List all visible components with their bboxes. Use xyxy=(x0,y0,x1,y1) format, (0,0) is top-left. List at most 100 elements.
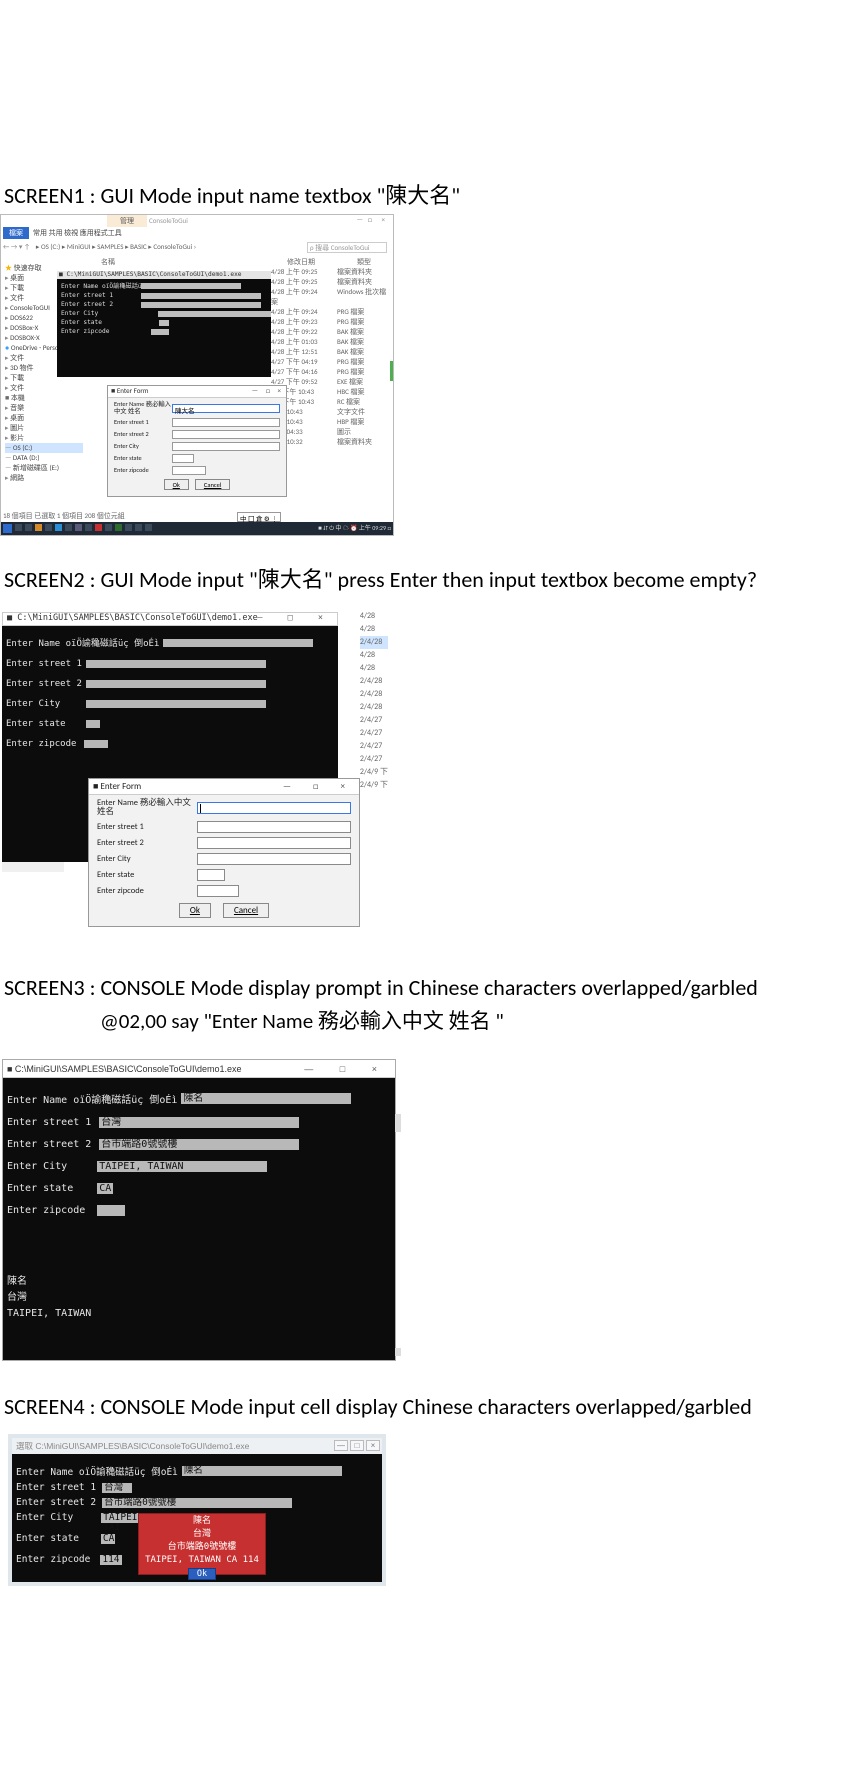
taskbar-icon[interactable] xyxy=(105,524,112,531)
form-city-input[interactable] xyxy=(197,853,351,865)
tree-item[interactable]: 文件 xyxy=(5,383,83,393)
tree-this-pc[interactable]: 本機 xyxy=(5,393,83,403)
window-minimize-icon[interactable]: — xyxy=(357,215,363,224)
console-city-field[interactable] xyxy=(158,311,271,317)
form-state-label: Enter state xyxy=(114,455,172,462)
window-controls-icon[interactable]: □ × xyxy=(368,215,389,224)
taskbar-icon[interactable] xyxy=(125,524,132,531)
start-button-icon[interactable] xyxy=(3,524,12,533)
tree-item[interactable]: 影片 xyxy=(5,433,83,443)
console-state-field[interactable] xyxy=(159,320,169,326)
close-icon[interactable]: × xyxy=(366,1440,380,1451)
taskbar-icon[interactable] xyxy=(115,524,122,531)
console-zip-field[interactable] xyxy=(97,1205,125,1216)
taskbar-icon[interactable] xyxy=(65,524,72,531)
console-state-field[interactable] xyxy=(86,720,100,728)
console-name-field[interactable]: 陳名 xyxy=(182,1466,342,1476)
console-zip-field[interactable]: 114 xyxy=(100,1555,122,1565)
screen1-explorer-window: 管理 ConsoleToGui — □ × 檔案 常用 共用 檢視 應用程式工具… xyxy=(0,214,394,536)
menu-bar[interactable]: 常用 共用 檢視 應用程式工具 xyxy=(33,228,122,238)
tree-item[interactable]: 桌面 xyxy=(5,413,83,423)
console-street2-field[interactable] xyxy=(141,302,261,308)
tree-drive-c[interactable]: OS (C:) xyxy=(5,443,83,453)
taskbar-icon[interactable] xyxy=(35,524,42,531)
console-name-label: Enter Name oïÖ諭穐磁話üç 倒oÉì xyxy=(6,636,159,649)
screen3-console-window: ■ C:\MiniGUI\SAMPLES\BASIC\ConsoleToGUI\… xyxy=(2,1059,396,1361)
taskbar-icon[interactable] xyxy=(75,524,82,531)
form-name-input[interactable] xyxy=(197,802,351,814)
console-street1-field[interactable]: 台灣 xyxy=(102,1483,132,1493)
column-header-name[interactable]: 名稱 xyxy=(101,257,115,267)
console-street2-field[interactable]: 台市端路0號號樓 xyxy=(102,1498,292,1508)
file-list[interactable]: 4/28 上午 09:25檔案資料夾 4/28 上午 09:25檔案資料夾 4/… xyxy=(271,267,393,447)
nav-back-forward-icon[interactable]: ← → ▾ ↑ xyxy=(3,242,30,251)
console-name-field[interactable] xyxy=(141,283,241,289)
form-zip-input[interactable] xyxy=(172,466,206,475)
form-street2-label: Enter street 2 xyxy=(114,431,172,438)
form-zip-input[interactable] xyxy=(197,885,239,897)
form-name-label: Enter Name 務必輸入中文 姓名 xyxy=(97,799,197,817)
ribbon-tab[interactable]: 管理 xyxy=(107,215,147,227)
column-header-type[interactable]: 類型 xyxy=(357,257,371,267)
window-controls-icon[interactable]: — □ × xyxy=(257,613,333,623)
form-state-input[interactable] xyxy=(172,454,194,463)
form-street1-input[interactable] xyxy=(197,821,351,833)
popup-line: 台市端路0號號樓 xyxy=(139,1542,265,1553)
tree-drive-e[interactable]: 新增磁碟區 (E:) xyxy=(5,463,83,473)
taskbar[interactable]: ■ ⮃ ⏻ 中 ☁ ⏰ 上午 09:29 □ xyxy=(1,522,393,535)
console-zip-field[interactable] xyxy=(151,329,169,335)
tree-item[interactable]: 音樂 xyxy=(5,403,83,413)
popup-ok-button[interactable]: Ok xyxy=(188,1568,216,1580)
window-controls-icon[interactable]: — □ × xyxy=(252,386,284,395)
taskbar-icon[interactable] xyxy=(145,524,152,531)
tree-drive-d[interactable]: DATA (D:) xyxy=(5,453,83,463)
column-header-date[interactable]: 修改日期 xyxy=(287,257,315,267)
taskbar-icon[interactable] xyxy=(135,524,142,531)
taskbar-icon[interactable] xyxy=(45,524,52,531)
console-street2-field[interactable] xyxy=(86,680,266,688)
console-street1-field[interactable]: 台灣 xyxy=(99,1117,299,1128)
console-city-field[interactable] xyxy=(86,700,266,708)
taskbar-icon[interactable] xyxy=(25,524,32,531)
console-name-field[interactable]: 陳名 xyxy=(181,1093,351,1104)
form-street2-input[interactable] xyxy=(172,430,280,439)
window-controls-icon[interactable]: — □ × xyxy=(283,779,355,795)
minimize-icon[interactable]: — xyxy=(334,1440,348,1451)
window-controls-icon[interactable]: — □ × xyxy=(304,1060,389,1078)
maximize-icon[interactable]: □ xyxy=(350,1440,364,1451)
console-street1-field[interactable] xyxy=(86,660,266,668)
console-state-field[interactable]: CA xyxy=(101,1534,115,1544)
console-street2-field[interactable]: 台市端路0號號樓 xyxy=(99,1139,299,1150)
enter-form-dialog: ■ Enter Form— □ × Enter Name 務必輸入中文 姓名 E… xyxy=(88,778,360,927)
console-window: ■ C:\MiniGUI\SAMPLES\BASIC\ConsoleToGUI\… xyxy=(57,271,271,377)
cancel-button[interactable]: Cancel xyxy=(195,479,230,490)
screen2-composite: 4/284/28 2/4/28 4/284/28 2/4/282/4/28 2/… xyxy=(2,608,392,948)
ime-toolbar[interactable]: 中 囗 倉 ⚙ ⋮ xyxy=(237,512,281,522)
taskbar-icon[interactable] xyxy=(15,524,22,531)
search-input[interactable]: ρ 搜尋 ConsoleToGui xyxy=(307,242,387,253)
form-name-input[interactable]: 陳大名 xyxy=(172,404,280,413)
console-name-field[interactable] xyxy=(163,639,313,647)
taskbar-icon[interactable] xyxy=(85,524,92,531)
system-tray[interactable]: ■ ⮃ ⏻ 中 ☁ ⏰ 上午 09:29 □ xyxy=(318,522,391,535)
console-name-label: Enter Name oïÖ諭穐磁話üç 倒oÉì xyxy=(16,1464,178,1478)
menu-file[interactable]: 檔案 xyxy=(3,227,29,239)
taskbar-icon[interactable] xyxy=(55,524,62,531)
form-street1-input[interactable] xyxy=(172,418,280,427)
form-state-input[interactable] xyxy=(197,869,225,881)
console-state-label: Enter state xyxy=(6,719,66,729)
console-zip-label: Enter zipcode xyxy=(61,328,141,335)
console-street1-field[interactable] xyxy=(141,293,261,299)
taskbar-icon[interactable] xyxy=(95,524,102,531)
ok-button[interactable]: Ok xyxy=(179,903,211,918)
breadcrumb[interactable]: ▸ OS (C:) ▸ MiniGUI ▸ SAMPLES ▸ BASIC ▸ … xyxy=(36,242,196,251)
ok-button[interactable]: Ok xyxy=(164,479,189,490)
cancel-button[interactable]: Cancel xyxy=(223,903,269,918)
console-city-field[interactable]: TAIPEI, TAIWAN xyxy=(97,1161,267,1172)
tree-item[interactable]: 圖片 xyxy=(5,423,83,433)
form-street2-input[interactable] xyxy=(197,837,351,849)
form-city-input[interactable] xyxy=(172,442,280,451)
console-state-field[interactable]: CA xyxy=(97,1183,113,1194)
tree-network[interactable]: 網路 xyxy=(5,473,83,483)
console-zip-field[interactable] xyxy=(84,740,108,748)
